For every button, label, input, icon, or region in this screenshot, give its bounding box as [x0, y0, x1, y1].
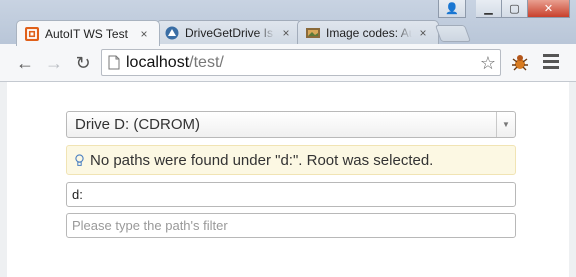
drive-select[interactable]: Drive D: (CDROM) ▼ — [66, 111, 516, 138]
autoit-icon — [25, 26, 39, 41]
chevron-down-icon[interactable]: ▼ — [496, 112, 515, 137]
new-tab-button[interactable] — [434, 25, 472, 42]
window-controls: 👤 ▁ ▢ ✕ — [438, 0, 570, 18]
close-tab-icon[interactable]: × — [137, 27, 151, 41]
url-host: localhost — [126, 53, 190, 71]
tab-title: Image codes: Au — [326, 26, 412, 40]
tab-autoit-ws-test[interactable]: AutoIT WS Test × — [16, 20, 160, 46]
reload-icon[interactable]: ↻ — [73, 53, 93, 73]
url-text: localhost/test/ — [126, 54, 224, 72]
address-bar[interactable]: localhost/test/ ☆ — [101, 49, 501, 76]
close-tab-icon[interactable]: × — [279, 26, 293, 40]
extension-icon[interactable] — [510, 53, 530, 73]
tab-title: AutoIT WS Test — [45, 26, 128, 41]
close-window-button[interactable]: ✕ — [528, 0, 570, 18]
drive-select-value: Drive D: (CDROM) — [75, 116, 200, 133]
forward-arrow-icon[interactable]: → — [44, 53, 64, 73]
autoit-wiki-icon — [165, 26, 179, 40]
minimize-button[interactable]: ▁ — [476, 0, 502, 18]
title-bar: 👤 ▁ ▢ ✕ AutoIT WS Test × DriveGetDrive I… — [0, 0, 576, 46]
filter-input[interactable] — [66, 213, 516, 238]
warning-alert: No paths were found under "d:". Root was… — [66, 145, 516, 175]
maximize-button[interactable]: ▢ — [502, 0, 528, 18]
path-input[interactable] — [66, 182, 516, 207]
hamburger-menu-icon[interactable] — [543, 54, 559, 70]
alert-text: No paths were found under "d:". Root was… — [90, 151, 434, 169]
url-path: /test/ — [189, 53, 224, 71]
star-icon[interactable]: ☆ — [480, 53, 496, 74]
user-profile-button[interactable]: 👤 — [438, 0, 466, 18]
close-tab-icon[interactable]: × — [416, 26, 430, 40]
tab-title: DriveGetDrive Is — [185, 26, 274, 40]
tab-drivegetdrive[interactable]: DriveGetDrive Is × — [156, 20, 302, 45]
content-area: Drive D: (CDROM) ▼ No paths were found u… — [66, 111, 516, 238]
browser-toolbar: ← → ↻ localhost/test/ ☆ — [0, 44, 576, 82]
back-arrow-icon[interactable]: ← — [15, 53, 35, 73]
browser-window: 👤 ▁ ▢ ✕ AutoIT WS Test × DriveGetDrive I… — [0, 0, 576, 277]
tab-image-codes[interactable]: Image codes: Au × — [297, 20, 439, 45]
page-icon — [108, 55, 120, 70]
page-content: Drive D: (CDROM) ▼ No paths were found u… — [0, 82, 576, 277]
image-codes-icon — [306, 28, 320, 38]
lightbulb-icon — [75, 153, 84, 166]
